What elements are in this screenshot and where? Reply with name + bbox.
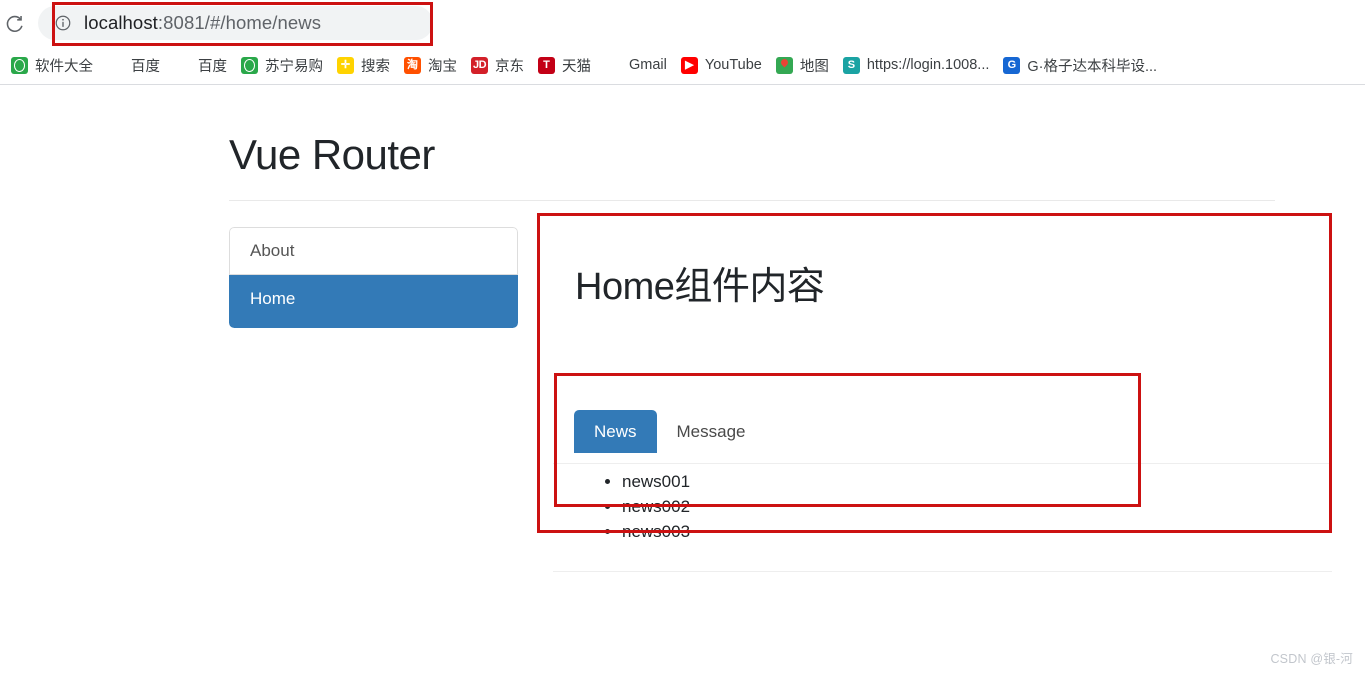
url-path: :8081/#/home/news <box>157 12 322 33</box>
tab-news[interactable]: News <box>574 410 657 453</box>
address-bar-url[interactable]: localhost:8081/#/home/news <box>84 12 321 34</box>
gezida-icon: G <box>1003 56 1021 74</box>
tmall-icon: T <box>538 56 555 74</box>
baidu-paw-icon: 熊 <box>107 56 124 74</box>
news-list-item: news003 <box>622 519 690 544</box>
baidu-paw-icon: 熊 <box>174 56 191 74</box>
bookmark-item[interactable]: 苏宁易购 <box>234 51 330 79</box>
bookmark-label: https://login.1008... <box>866 57 990 73</box>
router-view-card: Home组件内容 NewsMessage news001news002news0… <box>537 211 1332 619</box>
address-bar[interactable]: localhost:8081/#/home/news <box>38 6 433 40</box>
url-host: localhost <box>84 12 158 33</box>
search-plus-icon: ✛ <box>337 56 354 74</box>
maps-pin-icon <box>775 56 793 74</box>
link-icon: S <box>842 56 860 74</box>
bookmark-item[interactable]: 淘淘宝 <box>397 51 464 79</box>
info-circle-icon[interactable] <box>54 14 72 32</box>
bookmark-label: 搜索 <box>361 58 390 75</box>
bookmark-item[interactable]: JD 京东 <box>464 51 531 79</box>
browser-toolbar: localhost:8081/#/home/news <box>0 0 1365 46</box>
sidebar-nav: About Home <box>229 227 518 328</box>
bookmark-label: 京东 <box>495 58 524 75</box>
taobao-icon: 淘 <box>404 56 421 74</box>
card-title: Home组件内容 <box>575 266 825 308</box>
gmail-icon: M <box>605 56 622 74</box>
bookmark-item[interactable]: T 天猫 <box>531 51 598 79</box>
bookmark-item[interactable]: ✛ 搜索 <box>330 51 397 79</box>
bookmark-item[interactable]: 熊百度 <box>100 51 167 79</box>
news-list: news001news002news003 <box>584 469 690 544</box>
sidebar-item-home[interactable]: Home <box>229 275 518 328</box>
bookmark-label: G·格子达本科毕设... <box>1027 58 1158 75</box>
sidebar-item-about[interactable]: About <box>229 227 518 275</box>
title-divider <box>229 200 1275 201</box>
bookmark-label: YouTube <box>704 57 762 73</box>
tab-message[interactable]: Message <box>657 410 766 453</box>
bookmark-item[interactable]: Shttps://login.1008... <box>836 51 997 79</box>
bookmark-label: 地图 <box>799 58 829 75</box>
bookmark-label: 苏宁易购 <box>265 58 323 75</box>
globe-icon <box>11 56 28 74</box>
news-list-item: news002 <box>622 494 690 519</box>
bookmark-item[interactable]: 熊百度 <box>167 51 234 79</box>
bookmark-item[interactable]: 软件大全 <box>4 51 100 79</box>
bookmark-item[interactable]: M Gmail <box>598 51 674 79</box>
youtube-icon: ▶ <box>680 56 698 74</box>
bookmark-item[interactable]: G G·格子达本科毕设... <box>996 51 1164 79</box>
bookmark-item[interactable]: ▶ YouTube <box>674 51 769 79</box>
bookmark-label: 淘宝 <box>428 58 457 75</box>
tab-content-top-border <box>553 463 1332 464</box>
bookmark-label: 天猫 <box>562 58 591 75</box>
page-content: Vue Router About Home Home组件内容 News Messag… <box>0 86 1365 675</box>
reload-icon[interactable] <box>4 13 26 35</box>
watermark: CSDN @银-河 <box>1270 652 1353 666</box>
bookmark-label: 软件大全 <box>35 58 93 75</box>
bookmark-label: Gmail <box>629 57 667 73</box>
globe-icon <box>241 56 258 74</box>
bookmark-item[interactable]: 地图 <box>769 51 836 79</box>
tab-bar: News Message <box>574 410 766 453</box>
page-title: Vue Router <box>229 131 435 178</box>
bookmarks-bar: 软件大全熊百度熊百度 苏宁易购 ✛ 搜索淘淘宝 JD 京东 T 天猫 M Gmail ▶ YouTub… <box>0 46 1365 85</box>
bookmark-label: 百度 <box>131 58 160 75</box>
tab-content-bottom-border <box>553 571 1332 572</box>
bookmark-label: 百度 <box>198 58 227 75</box>
news-list-item: news001 <box>622 469 690 494</box>
jd-icon: JD <box>471 56 488 74</box>
